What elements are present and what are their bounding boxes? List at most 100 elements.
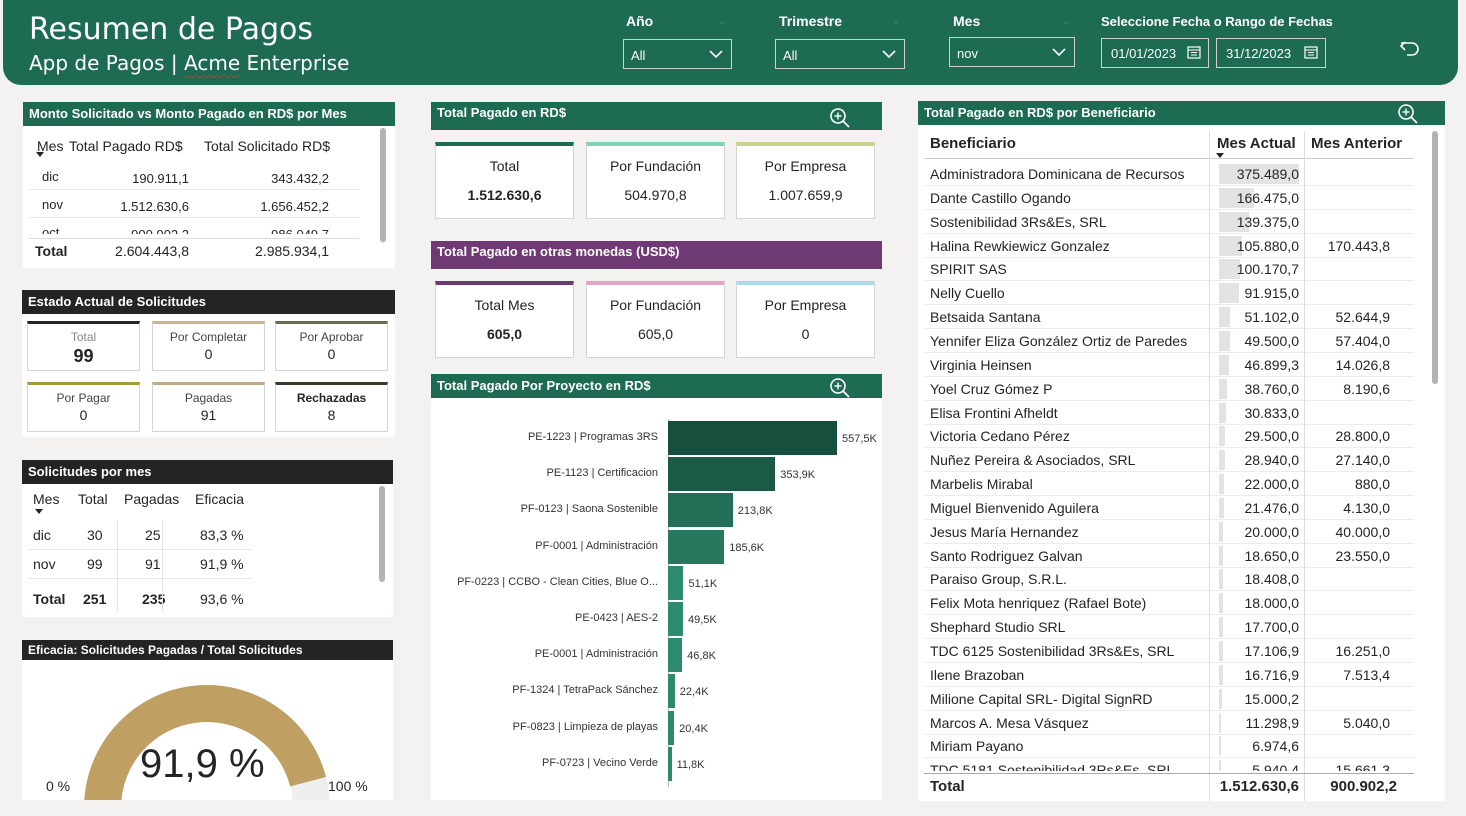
column-header[interactable]: Total Solicitado RD$ <box>204 132 359 160</box>
table-row[interactable]: oct900.902,2986.049,7 <box>29 218 359 234</box>
bar[interactable] <box>668 674 675 709</box>
bar[interactable] <box>668 565 684 600</box>
scrollbar-thumb[interactable] <box>1432 131 1438 384</box>
table-row[interactable]: nov 99 91 91,9 % <box>28 550 252 579</box>
bar[interactable] <box>668 710 675 745</box>
table-row[interactable]: Sostenibilidad 3Rs&Es, SRL 139.375,0 <box>924 210 1414 234</box>
calendar-icon[interactable] <box>1186 44 1202 60</box>
table-row[interactable]: Nelly Cuello 91.915,0 <box>924 281 1414 306</box>
bar-category-label: PE-1123 | Certificacion <box>546 467 658 480</box>
column-header[interactable]: Mes Anterior <box>1311 135 1402 152</box>
chevron-down-icon <box>709 50 723 59</box>
year-dropdown[interactable]: All <box>623 39 732 69</box>
column-header[interactable]: Total <box>78 491 108 507</box>
column-header[interactable]: Mes Actual <box>1217 135 1296 152</box>
calendar-icon[interactable] <box>1303 44 1319 60</box>
bar[interactable] <box>668 421 837 455</box>
table-row[interactable]: Virginia Heinsen 46.899,3 14.026,8 <box>924 353 1414 377</box>
scrollbar[interactable] <box>1432 131 1438 384</box>
chevron-down-icon <box>882 50 896 59</box>
bar[interactable] <box>668 493 733 528</box>
sort-desc-icon[interactable] <box>34 508 44 516</box>
status-card: Rechazadas 8 <box>275 382 388 432</box>
kpi-card: Total Mes 605,0 <box>435 281 574 358</box>
table-row[interactable]: Paraiso Group, S.R.L. 18.408,0 <box>924 567 1414 592</box>
table-row[interactable]: SPIRIT SAS 100.170,7 <box>924 257 1414 282</box>
bar-data-label: 51,1K <box>688 577 718 590</box>
estado-panel: Estado Actual de Solicitudes Total 99 Por … <box>22 290 395 437</box>
project-bar-chart: PE-1223 | Programas 3RS 557,5K PE-1123 | C… <box>431 374 882 800</box>
table-row[interactable]: Yennifer Eliza González Ortiz de Paredes… <box>924 329 1414 353</box>
table-row[interactable]: Miriam Payano 6.974,6 <box>924 734 1414 759</box>
bar-category-label: PF-0823 | Limpieza de playas <box>512 720 658 733</box>
zoom-icon[interactable] <box>1397 103 1419 125</box>
kpi-card: Por Fundación 504.970,8 <box>586 142 725 219</box>
table-row[interactable]: TDC 5181 Sostenibilidad 3Rs&Es, SRL 5.940… <box>924 758 1414 771</box>
proyecto-panel: Total Pagado Por Proyecto en RD$ PE-1223… <box>431 374 882 800</box>
table-row[interactable]: Jesus María Hernandez 20.000,0 40.000,0 <box>924 520 1414 544</box>
scrollbar-thumb[interactable] <box>380 128 386 242</box>
bar-data-label: 11,8K <box>676 758 705 771</box>
bar[interactable] <box>668 602 683 636</box>
undo-icon[interactable] <box>1398 36 1422 60</box>
table-row[interactable]: Miguel Bienvenido Aguilera 21.476,0 4.130,… <box>924 496 1414 520</box>
table-row[interactable]: Administradora Dominicana de Recursos 375… <box>924 162 1414 186</box>
table-row[interactable]: Betsaida Santana 51.102,0 52.644,9 <box>924 305 1414 330</box>
bar-category-label: PF-0723 | Vecino Verde <box>542 756 658 769</box>
kpi-card: Por Empresa 0 <box>736 281 875 358</box>
solicitudes-panel-title: Solicitudes por mes <box>22 460 393 484</box>
table-row[interactable]: Nuñez Pereira & Asociados, SRL 28.940,0 27… <box>924 448 1414 473</box>
table-row[interactable]: Santo Rodriguez Galvan 18.650,0 23.550,0 <box>924 544 1414 568</box>
status-card: Pagadas 91 <box>152 382 265 432</box>
table-row[interactable]: Milione Capital SRL- Digital SignRD 15.00… <box>924 687 1414 711</box>
bar[interactable] <box>668 529 725 564</box>
column-header[interactable]: Eficacia <box>195 491 244 507</box>
table-row[interactable]: Felix Mota henriquez (Rafael Bote) 18.000… <box>924 591 1414 616</box>
start-date-input[interactable]: 01/01/2023 <box>1101 38 1209 68</box>
table-row[interactable]: Shephard Studio SRL 17.700,0 <box>924 615 1414 640</box>
bar-category-label: PF-0223 | CCBO - Clean Cities, Blue O... <box>457 575 658 588</box>
zoom-icon[interactable] <box>829 107 851 129</box>
bar[interactable] <box>668 746 672 781</box>
bar-data-label: 185,6K <box>729 541 765 554</box>
table-row[interactable]: Dante Castillo Ogando 166.475,0 <box>924 186 1414 210</box>
page-subtitle: App de Pagos | Acme Enterprise <box>29 51 350 75</box>
table-row[interactable]: Marbelis Mirabal 22.000,0 880,0 <box>924 472 1414 497</box>
scrollbar[interactable] <box>379 486 385 582</box>
status-card: Total 99 <box>27 321 140 371</box>
table-row[interactable]: Halina Rewkiewicz Gonzalez 105.880,0 170.4… <box>924 234 1414 258</box>
bar[interactable] <box>668 457 776 492</box>
quarter-dropdown[interactable]: All <box>775 39 905 69</box>
column-header[interactable]: Beneficiario <box>930 135 1016 152</box>
divider <box>117 520 118 612</box>
table-row[interactable]: Elisa Frontini Afheldt 30.833,0 <box>924 401 1414 425</box>
scrollbar-thumb[interactable] <box>379 486 385 582</box>
table-row[interactable]: dic 30 25 83,3 % <box>28 521 252 550</box>
table-row[interactable]: Marcos A. Mesa Vásquez 11.298,9 5.040,0 <box>924 711 1414 735</box>
table-row[interactable]: nov 1.512.630,6 1.656.452,2 <box>29 190 359 218</box>
table-row[interactable]: TDC 6125 Sostenibilidad 3Rs&Es, SRL 17.10… <box>924 639 1414 663</box>
monto-total-row: Total 2.604.443,8 2.985.934,1 <box>29 238 359 262</box>
solicitudes-header-row: Mes Total Pagadas Eficacia <box>28 489 258 517</box>
quarter-slicer-label: Trimestre <box>779 13 843 29</box>
table-row[interactable]: Ilene Brazoban 16.716,9 7.513,4 <box>924 663 1414 687</box>
sort-desc-icon[interactable] <box>35 151 45 159</box>
column-header[interactable]: Pagadas <box>124 491 179 507</box>
scrollbar[interactable] <box>380 128 386 243</box>
column-header[interactable]: Total Pagado RD$ <box>69 132 204 160</box>
month-dropdown[interactable]: nov <box>949 37 1075 67</box>
table-row[interactable]: dic 190.911,1 343.432,2 <box>29 162 359 190</box>
table-row[interactable]: Yoel Cruz Gómez P 38.760,0 8.190,6 <box>924 377 1414 401</box>
sort-desc-icon[interactable] <box>1215 152 1225 160</box>
chevron-down-icon[interactable]: ⌄ <box>717 13 727 27</box>
kpi-card: Por Fundación 605,0 <box>586 281 725 358</box>
table-row[interactable]: Victoria Cedano Pérez 29.500,0 28.800,0 <box>924 424 1414 449</box>
chevron-down-icon[interactable]: ⌄ <box>891 13 901 27</box>
bar[interactable] <box>668 638 683 673</box>
bar-data-label: 557,5K <box>842 433 877 445</box>
eficacia-panel-title: Eficacia: Solicitudes Pagadas / Total So… <box>22 640 393 660</box>
bar-data-label: 353,9K <box>780 469 816 482</box>
column-header[interactable]: Mes <box>33 491 59 507</box>
chevron-down-icon[interactable]: ⌄ <box>1061 13 1071 27</box>
end-date-input[interactable]: 31/12/2023 <box>1216 38 1326 68</box>
